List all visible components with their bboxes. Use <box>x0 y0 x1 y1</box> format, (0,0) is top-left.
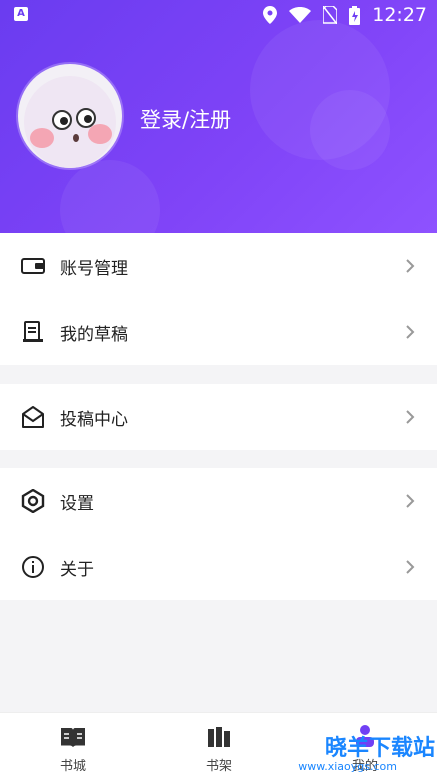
chevron-right-icon <box>406 259 415 273</box>
menu-item-account-management[interactable]: 账号管理 <box>0 233 437 299</box>
battery-charging-icon <box>349 5 361 25</box>
app-notification-icon: A <box>14 7 28 21</box>
chevron-right-icon <box>406 494 415 508</box>
wifi-icon <box>289 7 312 23</box>
no-sim-icon <box>323 6 338 24</box>
menu-item-settings[interactable]: 设置 <box>0 468 437 534</box>
menu-item-about[interactable]: 关于 <box>0 534 437 600</box>
menu-item-submission-center[interactable]: 投稿中心 <box>0 384 437 450</box>
tab-label: 书架 <box>205 759 232 774</box>
menu-label: 账号管理 <box>60 258 128 279</box>
bookshelf-icon <box>208 727 230 747</box>
avatar-face-icon <box>24 76 116 168</box>
avatar[interactable] <box>18 64 122 168</box>
wallet-icon <box>21 258 45 274</box>
menu-group-account: 账号管理 我的草稿 <box>0 233 437 365</box>
menu-label: 设置 <box>60 493 94 514</box>
menu-label: 关于 <box>60 559 94 580</box>
drafts-icon <box>23 321 43 342</box>
location-icon <box>263 6 278 24</box>
status-bar: A 12:27 <box>0 0 437 30</box>
menu-label: 我的草稿 <box>60 324 128 345</box>
menu-label: 投稿中心 <box>60 409 128 430</box>
tab-bookshelf[interactable]: 书架 <box>164 713 274 779</box>
mail-open-icon <box>22 406 44 428</box>
chevron-right-icon <box>406 560 415 574</box>
tab-bookstore[interactable]: 书城 <box>18 713 128 779</box>
tab-label: 书城 <box>59 759 86 774</box>
settings-hex-icon <box>21 489 45 513</box>
menu-group-submission: 投稿中心 <box>0 384 437 450</box>
menu-group-settings: 设置 关于 <box>0 468 437 600</box>
book-open-icon <box>61 728 85 747</box>
login-register-link[interactable]: 登录/注册 <box>140 104 231 134</box>
profile-header: A 12:27 登录/注册 <box>0 0 437 233</box>
chevron-right-icon <box>406 410 415 424</box>
watermark-logo: 晓羊下载站 <box>324 736 435 761</box>
chevron-right-icon <box>406 325 415 339</box>
status-time: 12:27 <box>372 4 427 26</box>
info-icon <box>22 556 44 578</box>
watermark-url: www.xiaoygs.com <box>298 760 397 773</box>
menu-item-my-drafts[interactable]: 我的草稿 <box>0 299 437 365</box>
